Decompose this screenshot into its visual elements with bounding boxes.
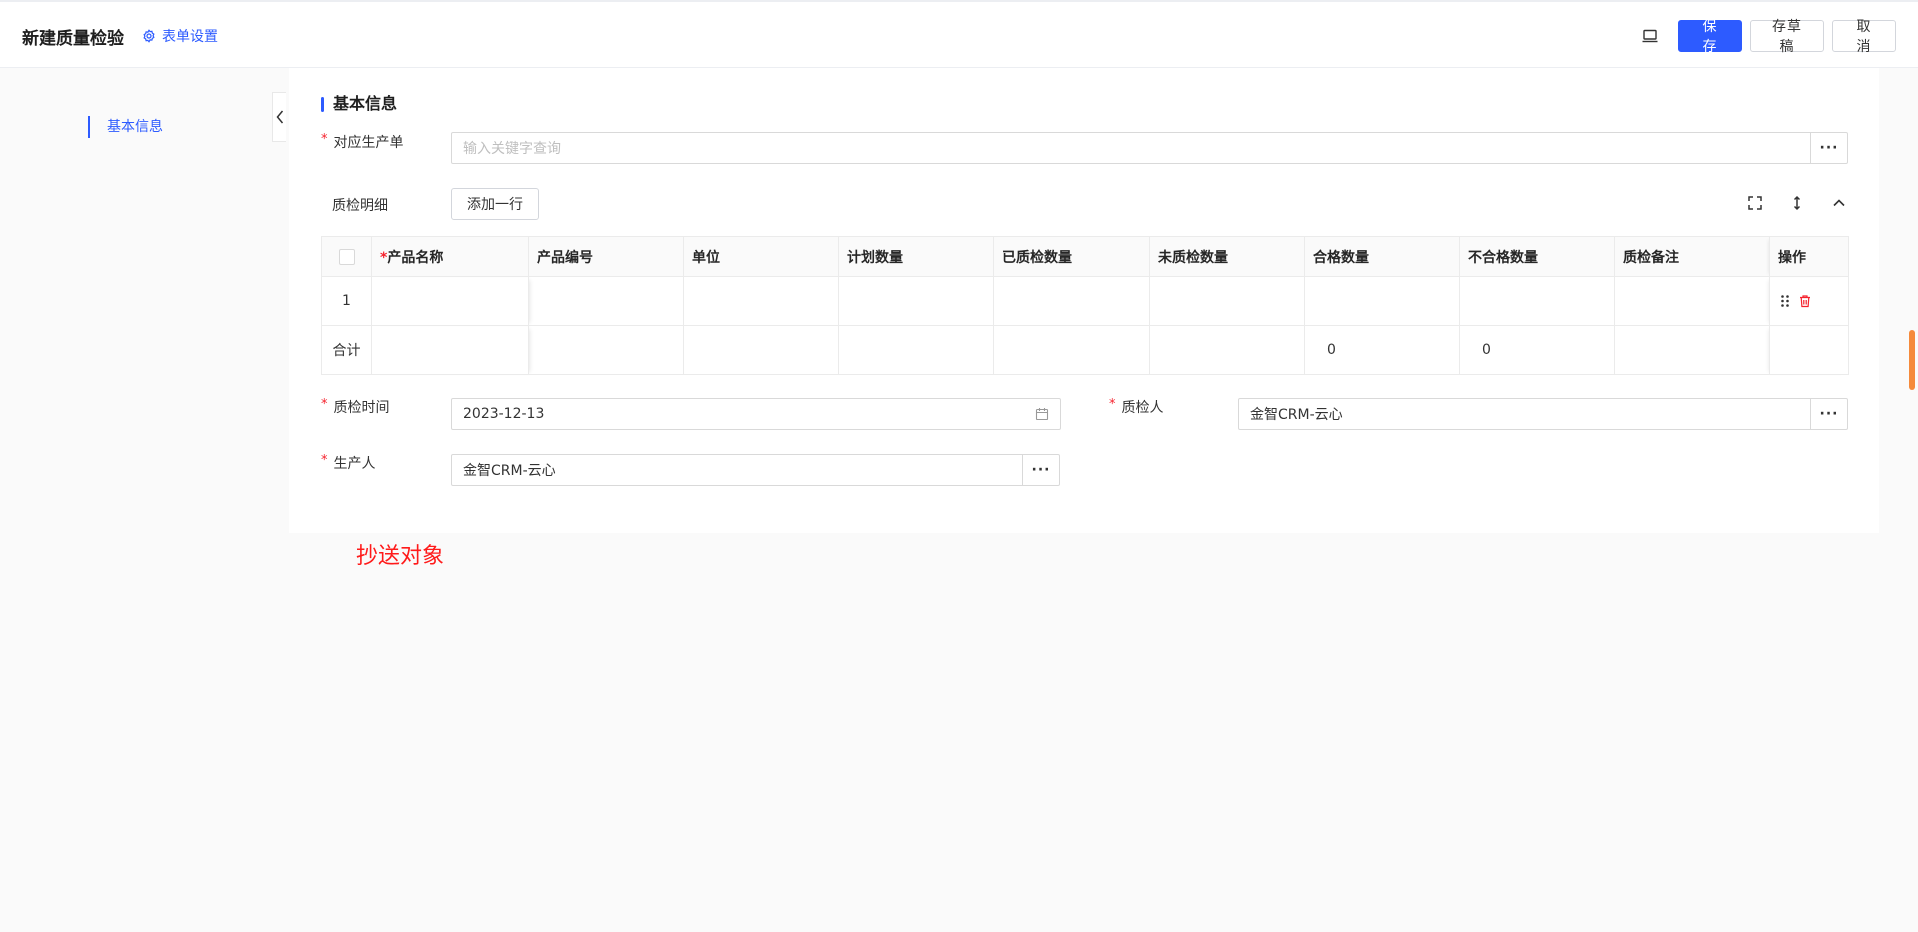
- details-label: 质检明细: [332, 198, 388, 214]
- select-all-cell[interactable]: [321, 236, 372, 277]
- add-row-button[interactable]: 添加一行: [451, 188, 539, 220]
- form-settings-label: 表单设置: [162, 29, 218, 45]
- required-mark: *: [321, 132, 328, 147]
- form-card: 基本信息 * 对应生产单 输入关键字查询 ··· 质检明细 添加一行 *产品名称…: [289, 68, 1879, 533]
- table-cell[interactable]: [1459, 276, 1615, 326]
- inspect-time-label: * 质检时间: [321, 397, 390, 416]
- collapse-nav-button[interactable]: [272, 92, 286, 142]
- table-cell[interactable]: [838, 276, 994, 326]
- total-cell: 0: [1459, 325, 1615, 375]
- calendar-button[interactable]: [1024, 407, 1060, 421]
- inspector-more-button[interactable]: ···: [1810, 399, 1847, 429]
- column-header: 产品编号: [528, 236, 684, 277]
- table-tools: [1744, 192, 1850, 214]
- total-cell: [683, 325, 839, 375]
- producer-more-button[interactable]: ···: [1022, 455, 1059, 485]
- producer-field[interactable]: 金智CRM-云心 ···: [451, 454, 1060, 486]
- total-cell: [838, 325, 994, 375]
- required-mark: *: [321, 397, 328, 412]
- inspector-value: 金智CRM-云心: [1250, 407, 1343, 423]
- drag-handle-icon[interactable]: [1778, 294, 1792, 308]
- total-cell: [1149, 325, 1305, 375]
- production-order-more-button[interactable]: ···: [1810, 133, 1847, 163]
- required-mark: *: [1109, 397, 1116, 412]
- vertical-arrows-icon: [1793, 195, 1801, 211]
- cc-section-title: 抄送对象: [356, 544, 445, 569]
- column-header: 质检备注: [1614, 236, 1770, 277]
- form-settings-link[interactable]: 表单设置: [142, 26, 218, 46]
- total-cell: [993, 325, 1150, 375]
- column-header: 已质检数量: [993, 236, 1150, 277]
- total-cell: [1614, 325, 1770, 375]
- details-table: *产品名称 产品编号 单位 计划数量 已质检数量 未质检数量 合格数量 不合格数…: [321, 236, 1849, 375]
- required-mark: *: [321, 453, 328, 468]
- table-cell[interactable]: [683, 276, 839, 326]
- inspector-label: * 质检人: [1109, 397, 1164, 416]
- calendar-icon: [1035, 408, 1049, 421]
- total-cell: [1769, 325, 1849, 375]
- header-toolbar: 保 存 存草稿 取 消: [1634, 19, 1896, 55]
- column-header: 不合格数量: [1459, 236, 1615, 277]
- fullscreen-button[interactable]: [1744, 192, 1766, 214]
- inspector-field[interactable]: 金智CRM-云心 ···: [1238, 398, 1848, 430]
- row-actions: [1769, 276, 1849, 326]
- delete-icon[interactable]: [1798, 294, 1812, 308]
- table-cell[interactable]: [371, 276, 529, 326]
- section-title: 基本信息: [321, 94, 397, 114]
- production-order-field[interactable]: 输入关键字查询 ···: [451, 132, 1848, 164]
- table-cell[interactable]: [1304, 276, 1460, 326]
- page-title: 新建质量检验: [22, 29, 124, 49]
- column-header: 单位: [683, 236, 839, 277]
- chevron-left-icon: [276, 110, 283, 124]
- fullscreen-icon: [1748, 196, 1762, 210]
- total-cell: 0: [1304, 325, 1460, 375]
- top-bar: 新建质量检验 表单设置 保 存 存草稿 取 消: [0, 0, 1918, 68]
- chevron-up-icon: [1833, 199, 1845, 207]
- table-cell[interactable]: [1614, 276, 1770, 326]
- table-row: 1: [321, 276, 1849, 326]
- column-header: 计划数量: [838, 236, 994, 277]
- total-cell: [528, 325, 684, 375]
- production-order-placeholder: 输入关键字查询: [463, 141, 561, 157]
- production-order-label: * 对应生产单: [321, 132, 404, 151]
- total-label: 合计: [321, 325, 372, 375]
- column-header: 未质检数量: [1149, 236, 1305, 277]
- collapse-table-button[interactable]: [1828, 192, 1850, 214]
- column-header: 操作: [1769, 236, 1849, 277]
- total-cell: [371, 325, 529, 375]
- producer-value: 金智CRM-云心: [463, 463, 556, 479]
- save-button[interactable]: 保 存: [1678, 19, 1742, 55]
- gear-icon: [143, 29, 155, 43]
- table-cell[interactable]: [993, 276, 1150, 326]
- cancel-button[interactable]: 取 消: [1832, 19, 1896, 55]
- nav-item-basic-info[interactable]: 基本信息: [88, 116, 163, 138]
- column-header: 合格数量: [1304, 236, 1460, 277]
- preview-button[interactable]: [1634, 20, 1666, 52]
- laptop-icon: [1642, 29, 1658, 43]
- producer-label: * 生产人: [321, 453, 376, 472]
- table-cell[interactable]: [528, 276, 684, 326]
- table-cell[interactable]: [1149, 276, 1305, 326]
- inspect-time-value: 2023-12-13: [463, 406, 545, 422]
- column-header: *产品名称: [371, 236, 529, 277]
- row-index: 1: [321, 276, 372, 326]
- row-height-button[interactable]: [1786, 192, 1808, 214]
- scrollbar-thumb[interactable]: [1909, 330, 1915, 390]
- inspect-time-field[interactable]: 2023-12-13: [451, 398, 1061, 430]
- table-total-row: 合计 0 0: [321, 325, 1849, 375]
- save-draft-button[interactable]: 存草稿: [1750, 19, 1824, 55]
- select-all-checkbox[interactable]: [338, 248, 355, 265]
- table-header-row: *产品名称 产品编号 单位 计划数量 已质检数量 未质检数量 合格数量 不合格数…: [321, 236, 1849, 277]
